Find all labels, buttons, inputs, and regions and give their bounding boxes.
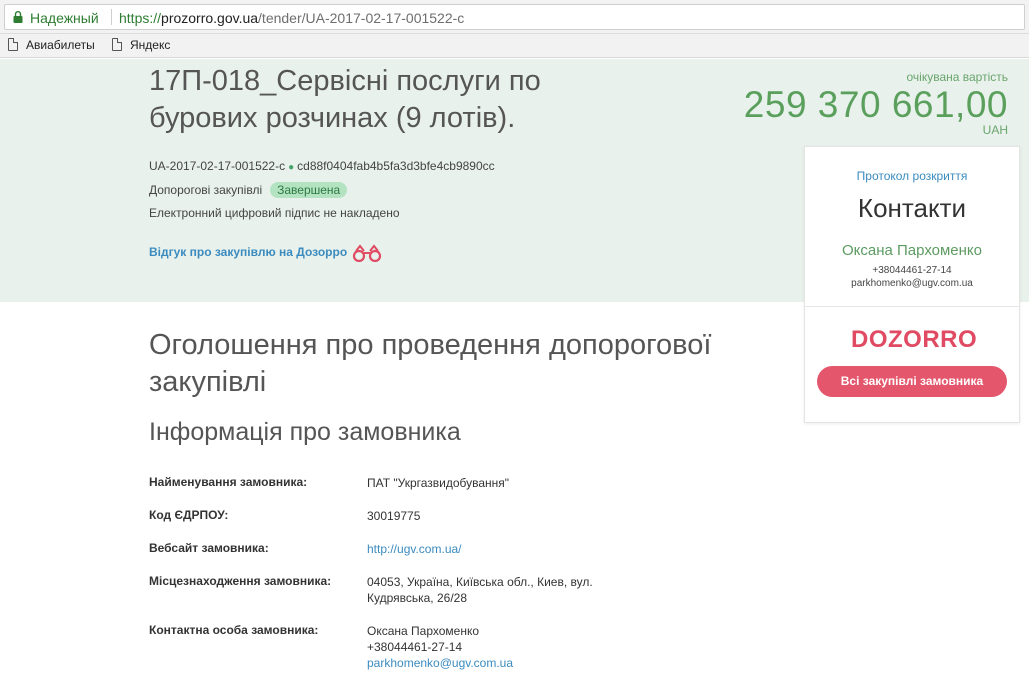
website-label: Вебсайт замовника: (149, 541, 269, 555)
procedure-type: Допорогові закупівлі (149, 183, 263, 197)
tender-id-line: UA-2017-02-17-001522-c ● cd88f0404fab4b5fa… (149, 159, 495, 173)
location-line-2: Кудрявська, 26/28 (367, 591, 468, 605)
contact-name: Оксана Пархоменко (841, 242, 983, 259)
procedure-line: Допорогові закупівлі Завершена (149, 182, 348, 198)
edrpou-value: 30019775 (367, 509, 421, 523)
website-value: http://ugv.com.ua/ (367, 541, 462, 557)
expected-value-currency: UAH (982, 123, 1008, 137)
status-badge: Завершена (270, 182, 348, 198)
url-text[interactable]: https://prozorro.gov.ua/tender/UA-2017-0… (119, 10, 464, 26)
lock-icon (13, 11, 23, 23)
tender-hash: cd88f0404fab4b5fa3d3bfe4cb9890cc (297, 159, 495, 173)
website-link[interactable]: http://ugv.com.ua/ (367, 542, 462, 556)
address-bar: Надежный https://prozorro.gov.ua/tender/… (0, 0, 1029, 34)
contact-person-label: Контактна особа замовника: (149, 623, 319, 637)
dozorro-review-link[interactable]: Відгук про закупівлю на Дозорро (149, 245, 347, 259)
location-value: 04053, Україна, Київська обл., Киев, вул… (367, 574, 593, 606)
tender-title: 17П-018_Сервісні послуги по бурових розч… (149, 65, 541, 134)
url-protocol: https:// (119, 10, 162, 26)
bookmark-label: Яндекс (130, 38, 171, 52)
protocol-link[interactable]: Протокол розкриття (805, 169, 1019, 183)
secure-label: Надежный (30, 10, 99, 26)
buyer-name-value: ПАТ "Укргазвидобування" (367, 476, 510, 490)
contact-person-value: Оксана Пархоменко +38044461-27-14 parkho… (367, 623, 513, 671)
buyer-name-label: Найменування замовника: (149, 475, 308, 489)
url-path: /tender/UA-2017-02-17-001522-c (258, 10, 465, 26)
contact-person-email[interactable]: parkhomenko@ugv.com.ua (367, 656, 513, 670)
page-icon (112, 38, 122, 51)
bookmark-yandex[interactable]: Яндекс (112, 38, 170, 52)
edrpou-label: Код ЄДРПОУ: (149, 508, 229, 522)
contacts-title: Контакти (857, 193, 967, 223)
dozorro-logo: DOZORRO (851, 326, 978, 353)
card-divider (805, 306, 1019, 307)
bookmarks-bar: Авиабилеты Яндекс (0, 34, 1029, 58)
url-box[interactable]: Надежный https://prozorro.gov.ua/tender/… (4, 4, 1025, 30)
expected-value-label: очікувана вартість (906, 70, 1009, 84)
contact-person-name: Оксана Пархоменко (367, 624, 480, 638)
dot-icon: ● (288, 162, 295, 173)
bookmark-label: Авиабилеты (26, 38, 95, 52)
page-icon (8, 38, 18, 51)
bookmark-aviabilety[interactable]: Авиабилеты (8, 38, 95, 52)
location-label: Місцезнаходження замовника: (149, 574, 332, 588)
binoculars-icon[interactable] (350, 244, 384, 262)
signature-note: Електронний цифровий підпис не накладено (149, 206, 400, 220)
url-host: prozorro.gov.ua (161, 10, 259, 26)
section-title: Інформація про замовника (149, 418, 461, 446)
contact-person-phone: +38044461-27-14 (367, 640, 463, 654)
contact-email: parkhomenko@ugv.com.ua (851, 278, 973, 289)
contacts-card: Протокол розкриття Контакти Оксана Пархо… (804, 146, 1020, 423)
announcement-title: Оголошення про проведення допорогової за… (149, 329, 712, 398)
contact-phone: +38044461-27-14 (872, 265, 952, 276)
all-buyer-tenders-button[interactable]: Всі закупівлі замовника (817, 366, 1007, 397)
location-line-1: 04053, Україна, Київська обл., Киев, вул… (367, 575, 593, 589)
expected-value-amount: 259 370 661,00 (743, 84, 1008, 125)
tender-id: UA-2017-02-17-001522-c (149, 159, 286, 173)
url-separator (111, 9, 112, 25)
